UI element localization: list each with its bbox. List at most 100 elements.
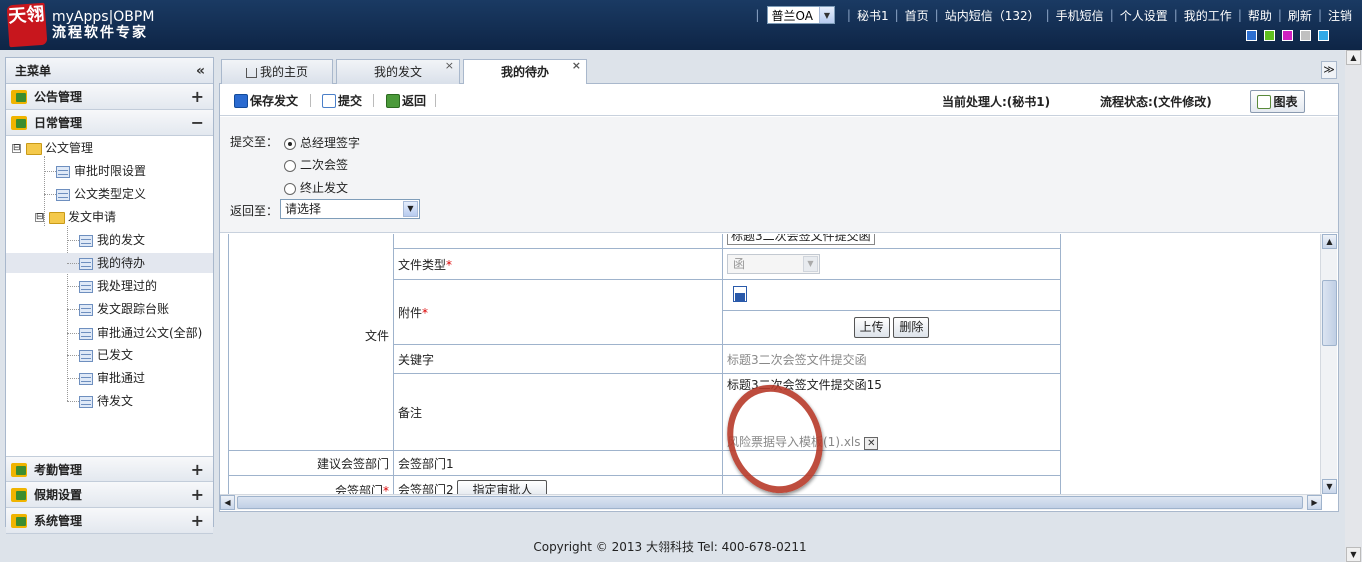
collapse-module-icon[interactable]: − [191, 110, 204, 136]
save-button[interactable]: 保存发文 [234, 92, 298, 109]
tab-home[interactable]: 我的主页 [221, 59, 333, 84]
oa-selector[interactable]: 普兰OA ▼ [767, 6, 835, 24]
scroll-thumb[interactable] [237, 496, 1303, 509]
tree-label: 已发文 [97, 348, 134, 362]
tab-my-docs[interactable]: 我的发文 × [336, 59, 460, 84]
tree-item-approved-all[interactable]: 审批通过公文(全部) [79, 323, 202, 343]
tree-item-doc-types[interactable]: 公文类型定义 [56, 184, 146, 204]
scroll-down-icon[interactable]: ▼ [1322, 479, 1337, 494]
flow-status: 流程状态:(文件修改) [1100, 95, 1212, 109]
tree-item-pending[interactable]: 待发文 [79, 391, 133, 411]
nav-user[interactable]: 秘书1 [857, 7, 889, 24]
toolbar-divider [373, 94, 374, 107]
nav-home[interactable]: 首页 [905, 7, 929, 24]
doc-type-select: 函 ▼ [727, 254, 820, 274]
tree-item-my-todo[interactable]: 我的待办 [6, 253, 213, 273]
form-vertical-scrollbar[interactable]: ▲ ▼ [1320, 234, 1337, 494]
nav-settings[interactable]: 个人设置 [1120, 7, 1168, 24]
cell-value [722, 279, 1061, 311]
remark-cell: 标题3二次会签文件提交函15 风险票据导入模板(1).xls ✕ [722, 373, 1061, 451]
chart-icon [1257, 94, 1272, 109]
page-scrollbar[interactable]: ▲ ▼ [1345, 50, 1362, 562]
expand-icon[interactable]: + [191, 457, 204, 483]
module-daily[interactable]: 日常管理 − [6, 110, 213, 136]
menu-tree: ⊟ 公文管理 审批时限设置 公文类型定义 ⊟ 发文申请 我的发文 我的待办 我处理过… [6, 136, 213, 456]
tree-item-my-docs[interactable]: 我的发文 [79, 230, 145, 250]
nav-logout[interactable]: 注销 [1328, 7, 1352, 24]
chart-label: 图表 [1273, 95, 1298, 109]
scroll-left-icon[interactable]: ◀ [220, 495, 235, 510]
submit-to-label: 提交至： [230, 135, 279, 149]
tree-item-tracking[interactable]: 发文跟踪台账 [79, 299, 169, 319]
expand-icon[interactable]: + [191, 482, 204, 508]
radio-icon[interactable] [284, 159, 296, 172]
nav-help[interactable]: 帮助 [1248, 7, 1272, 24]
form-horizontal-scrollbar[interactable]: ◀ ▶ [220, 494, 1322, 510]
assign-approver-button[interactable]: 指定审批人 [457, 480, 548, 494]
toolbar: 保存发文 提交 返回 当前处理人:(秘书1) 流程状态:(文件修改) 图表 [220, 84, 1338, 116]
remove-attachment-icon[interactable]: ✕ [864, 437, 879, 450]
close-icon[interactable]: × [572, 54, 581, 78]
tree-item-approved[interactable]: 审批通过 [79, 368, 145, 388]
return-select[interactable]: 请选择 ▼ [280, 199, 420, 219]
tree-toggle-icon[interactable]: ⊟ [35, 213, 44, 222]
module-attendance[interactable]: 考勤管理 + [6, 456, 213, 482]
tab-my-todo[interactable]: 我的待办 × [463, 59, 587, 85]
chart-button[interactable]: 图表 [1250, 90, 1305, 113]
cell-empty [393, 234, 723, 249]
radio-icon[interactable] [284, 182, 296, 195]
expand-icon[interactable]: + [191, 84, 204, 110]
scroll-up-icon[interactable]: ▲ [1346, 50, 1361, 65]
nav-sms[interactable]: 手机短信 [1056, 7, 1104, 24]
tree-item-time-limit[interactable]: 审批时限设置 [56, 161, 146, 181]
group-label: 文件 [228, 234, 394, 451]
nav-my-work[interactable]: 我的工作 [1184, 7, 1232, 24]
page-icon [79, 395, 93, 408]
nav-messages[interactable]: 站内短信（132） [945, 7, 1040, 24]
module-label: 考勤管理 [34, 463, 83, 477]
scroll-up-icon[interactable]: ▲ [1322, 234, 1337, 249]
tree-toggle-icon[interactable]: ⊟ [12, 144, 21, 153]
tree-item-issued[interactable]: 已发文 [79, 345, 133, 365]
submit-button[interactable]: 提交 [322, 92, 362, 109]
expand-icon[interactable]: + [191, 508, 204, 534]
module-icon [11, 463, 27, 477]
save-label: 保存发文 [250, 94, 299, 108]
option-gm-sign[interactable]: 总经理签字 [284, 134, 360, 151]
tree-line [44, 194, 56, 195]
toolbar-divider [435, 94, 436, 107]
radio-selected-icon[interactable] [284, 137, 296, 150]
tree-item-processed[interactable]: 我处理过的 [79, 276, 157, 296]
theme-cyan[interactable] [1318, 30, 1329, 41]
tree-folder-apply[interactable]: ⊟ 发文申请 [35, 207, 116, 227]
upload-button[interactable]: 上传 [853, 317, 890, 338]
sidebar-title: 主菜单 [15, 64, 52, 78]
option-second-sign[interactable]: 二次会签 [284, 156, 348, 173]
close-icon[interactable]: × [445, 54, 454, 78]
tree-folder-docs[interactable]: ⊟ 公文管理 [12, 138, 93, 158]
nav-divider: | [1237, 8, 1242, 22]
back-label: 返回 [402, 94, 427, 108]
back-button[interactable]: 返回 [386, 92, 426, 109]
nav-refresh[interactable]: 刷新 [1288, 7, 1312, 24]
collapse-icon[interactable]: « [196, 58, 205, 84]
scroll-thumb[interactable] [1322, 280, 1337, 346]
module-system[interactable]: 系统管理 + [6, 508, 213, 534]
module-label: 假期设置 [34, 488, 83, 502]
title-input[interactable]: 标题3二次会签文件提交函 [727, 234, 875, 245]
tab-label: 我的主页 [259, 65, 308, 79]
attachment-filename[interactable]: 风险票据导入模板(1).xls [727, 435, 861, 449]
theme-green[interactable] [1264, 30, 1275, 41]
theme-gray[interactable] [1300, 30, 1311, 41]
module-announcements[interactable]: 公告管理 + [6, 84, 213, 110]
delete-button[interactable]: 删除 [893, 317, 930, 338]
brand-title: myApps|OBPM [52, 9, 155, 25]
module-holidays[interactable]: 假期设置 + [6, 482, 213, 508]
word-file-icon[interactable] [733, 285, 747, 302]
tab-menu-icon[interactable]: ≫ [1321, 61, 1337, 79]
theme-pink[interactable] [1282, 30, 1293, 41]
scroll-right-icon[interactable]: ▶ [1307, 495, 1322, 510]
option-terminate[interactable]: 终止发文 [284, 179, 348, 196]
scroll-down-icon[interactable]: ▼ [1346, 547, 1361, 562]
theme-blue[interactable] [1246, 30, 1257, 41]
